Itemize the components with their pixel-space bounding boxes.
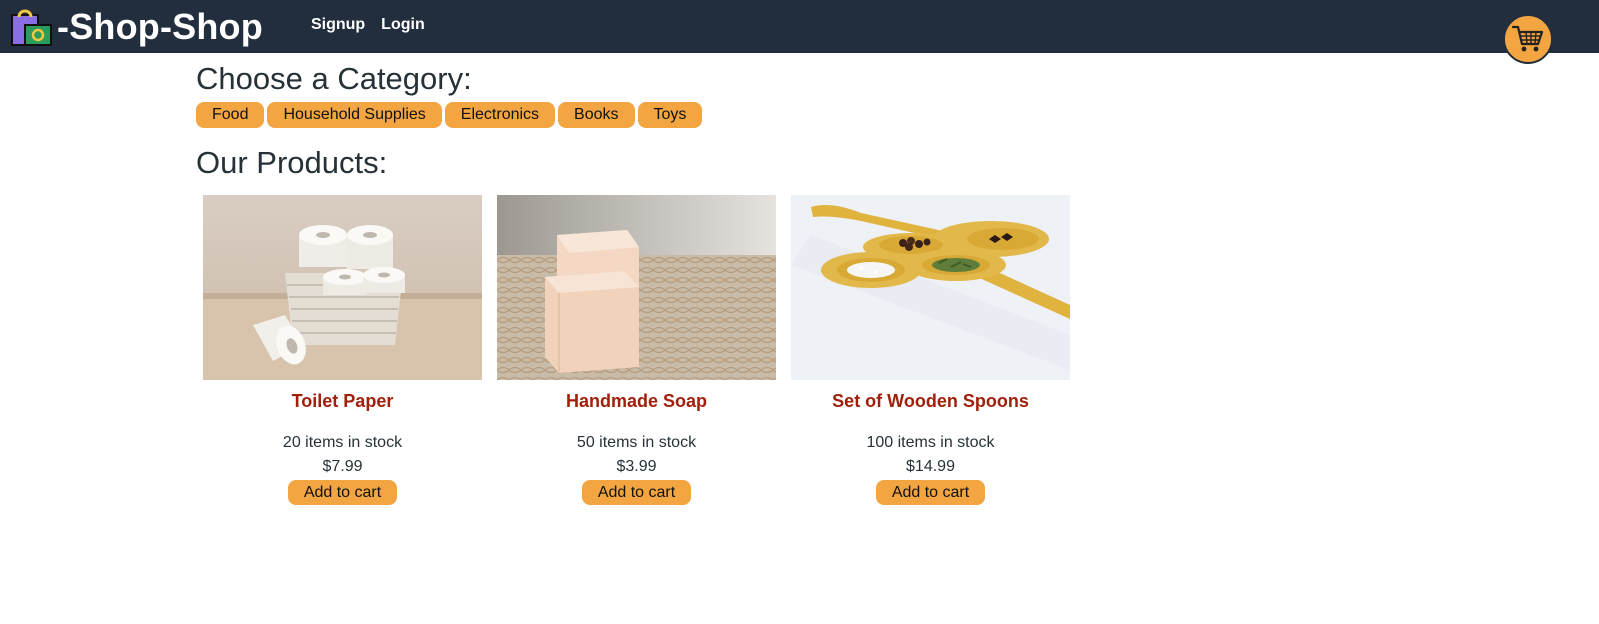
handmade-soap-image[interactable] <box>497 195 776 380</box>
product-grid: Toilet Paper 20 items in stock $7.99 Add… <box>203 195 1070 505</box>
product-price: $7.99 <box>322 458 363 475</box>
nav-links: Signup Login <box>311 16 425 34</box>
brand-title[interactable]: -Shop-Shop <box>57 0 263 53</box>
product-stock: 20 items in stock <box>282 434 403 451</box>
toilet-paper-image[interactable] <box>203 195 482 380</box>
add-to-cart-button[interactable]: Add to cart <box>875 480 986 505</box>
signup-link[interactable]: Signup <box>311 16 365 34</box>
wooden-spoons-image[interactable] <box>791 195 1070 380</box>
category-household-supplies-button[interactable]: Household Supplies <box>267 102 442 128</box>
product-card: Handmade Soap 50 items in stock $3.99 Ad… <box>497 195 776 505</box>
product-price: $14.99 <box>906 458 955 475</box>
category-books-button[interactable]: Books <box>558 102 635 128</box>
add-to-cart-button[interactable]: Add to cart <box>581 480 692 505</box>
category-food-button[interactable]: Food <box>196 102 265 128</box>
category-electronics-button[interactable]: Electronics <box>444 102 556 128</box>
category-toys-button[interactable]: Toys <box>637 102 703 128</box>
product-stock: 100 items in stock <box>866 434 995 451</box>
cart-button[interactable] <box>1503 14 1553 64</box>
shopping-bags-icon <box>11 9 52 46</box>
product-price: $3.99 <box>616 458 657 475</box>
shopping-cart-icon <box>1512 25 1544 52</box>
product-name-link[interactable]: Handmade Soap <box>497 391 776 412</box>
products-heading: Our Products: <box>196 145 388 180</box>
category-heading: Choose a Category: <box>196 61 472 96</box>
navbar: -Shop-Shop Signup Login <box>0 0 1599 53</box>
product-card: Toilet Paper 20 items in stock $7.99 Add… <box>203 195 482 505</box>
add-to-cart-button[interactable]: Add to cart <box>287 480 398 505</box>
product-name-link[interactable]: Set of Wooden Spoons <box>791 391 1070 412</box>
login-link[interactable]: Login <box>381 16 425 34</box>
product-name-link[interactable]: Toilet Paper <box>203 391 482 412</box>
logo[interactable]: -Shop-Shop <box>11 0 263 53</box>
category-list: Food Household Supplies Electronics Book… <box>196 102 703 128</box>
product-card: Set of Wooden Spoons 100 items in stock … <box>791 195 1070 505</box>
product-stock: 50 items in stock <box>576 434 697 451</box>
